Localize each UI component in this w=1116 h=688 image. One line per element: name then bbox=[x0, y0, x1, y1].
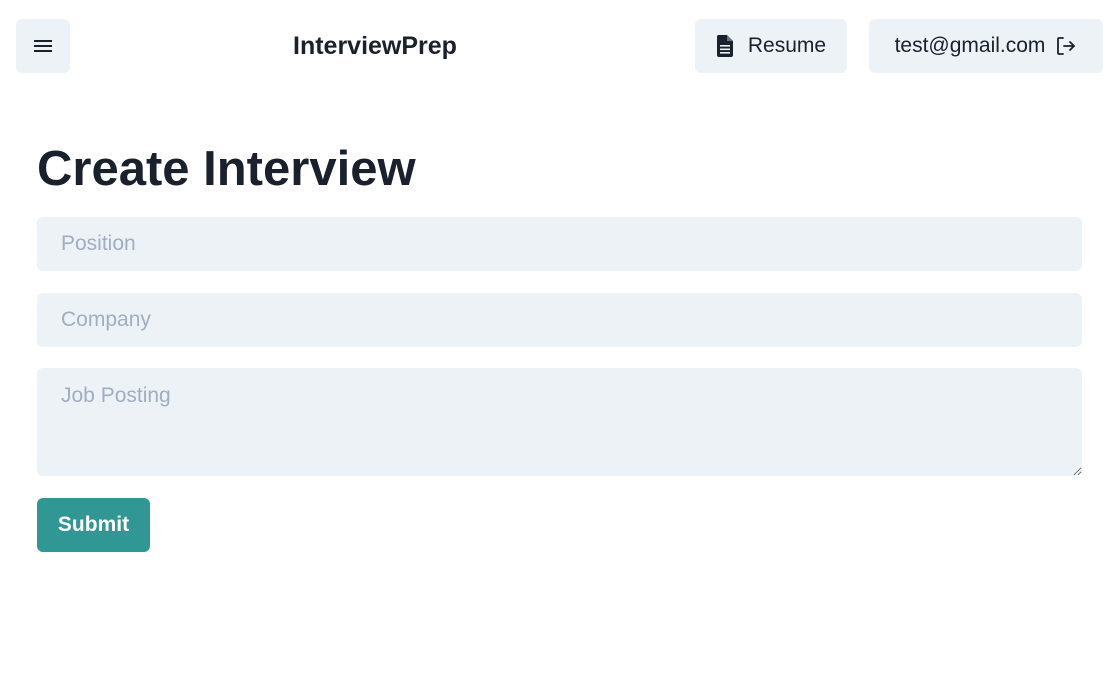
brand-title: InterviewPrep bbox=[293, 32, 457, 60]
top-navigation-bar: InterviewPrep Resume test@gmail.com bbox=[0, 0, 1116, 92]
submit-button[interactable]: Submit bbox=[37, 498, 150, 552]
page-title: Create Interview bbox=[37, 142, 416, 196]
company-input[interactable] bbox=[37, 293, 1082, 347]
resume-button[interactable]: Resume bbox=[695, 19, 847, 73]
user-logout-button[interactable]: test@gmail.com bbox=[869, 19, 1103, 73]
job-posting-textarea[interactable] bbox=[37, 368, 1082, 476]
hamburger-menu-icon bbox=[33, 38, 53, 54]
menu-button[interactable] bbox=[16, 19, 70, 73]
user-email: test@gmail.com bbox=[894, 34, 1046, 57]
position-input[interactable] bbox=[37, 217, 1082, 271]
document-icon bbox=[716, 35, 734, 57]
logout-icon bbox=[1055, 35, 1077, 57]
resume-label: Resume bbox=[747, 34, 827, 57]
